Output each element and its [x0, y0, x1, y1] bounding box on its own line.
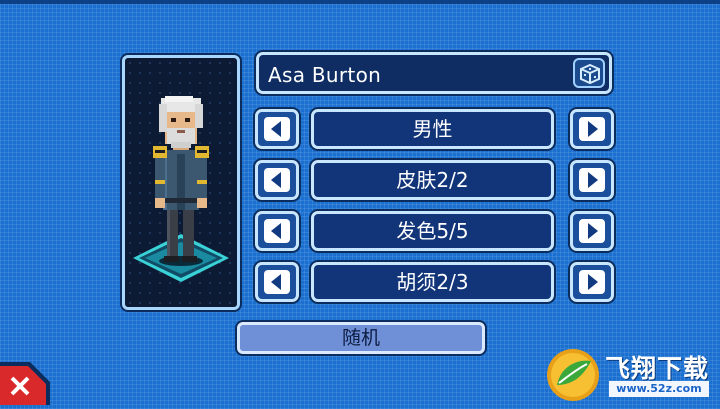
random-button[interactable]: 随机 — [237, 322, 485, 354]
character-portrait — [122, 55, 240, 310]
next-hair-color-button[interactable] — [570, 211, 614, 251]
randomize-name-button[interactable] — [573, 58, 605, 88]
prev-hair-color-button[interactable] — [255, 211, 299, 251]
next-beard-button[interactable] — [570, 262, 614, 302]
hair-color-value: 发色5/5 — [311, 211, 554, 251]
arrow-left-icon — [264, 117, 290, 141]
dice-icon — [580, 63, 600, 85]
option-row-beard: 胡须2/3 — [255, 262, 615, 302]
arrow-right-icon — [579, 270, 605, 294]
prev-gender-button[interactable] — [255, 109, 299, 149]
watermark-title: 飞翔下载 — [605, 354, 710, 383]
skin-value: 皮肤2/2 — [311, 160, 554, 200]
gender-value: 男性 — [311, 109, 554, 149]
next-skin-button[interactable] — [570, 160, 614, 200]
watermark-url: www.52z.com — [609, 381, 709, 397]
prev-beard-button[interactable] — [255, 262, 299, 302]
close-x-icon — [0, 362, 50, 405]
option-row-hair-color: 发色5/5 — [255, 211, 615, 251]
top-frame — [0, 0, 720, 4]
watermark: 飞翔下载 www.52z.com — [545, 347, 720, 405]
arrow-right-icon — [579, 117, 605, 141]
character-name-bar[interactable]: Asa Burton — [256, 52, 612, 94]
option-row-skin: 皮肤2/2 — [255, 160, 615, 200]
arrow-right-icon — [579, 219, 605, 243]
arrow-left-icon — [264, 270, 290, 294]
beard-value: 胡须2/3 — [311, 262, 554, 302]
leaf-logo-icon — [547, 349, 599, 401]
prev-skin-button[interactable] — [255, 160, 299, 200]
character-name[interactable]: Asa Burton — [268, 63, 381, 87]
close-button[interactable] — [0, 362, 50, 405]
crew-sprite-icon — [133, 96, 229, 282]
arrow-right-icon — [579, 168, 605, 192]
next-gender-button[interactable] — [570, 109, 614, 149]
arrow-left-icon — [264, 219, 290, 243]
option-row-gender: 男性 — [255, 109, 615, 149]
arrow-left-icon — [264, 168, 290, 192]
